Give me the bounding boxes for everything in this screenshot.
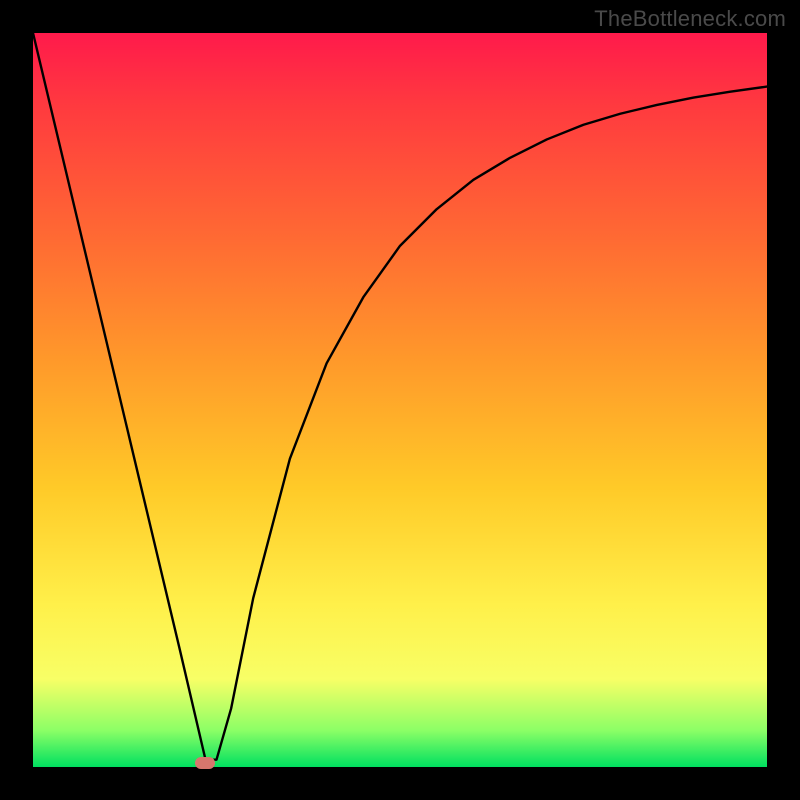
watermark-text: TheBottleneck.com [594,6,786,32]
plot-area [33,33,767,767]
minimum-marker [195,757,215,769]
chart-frame: TheBottleneck.com [0,0,800,800]
bottleneck-curve [33,33,767,767]
